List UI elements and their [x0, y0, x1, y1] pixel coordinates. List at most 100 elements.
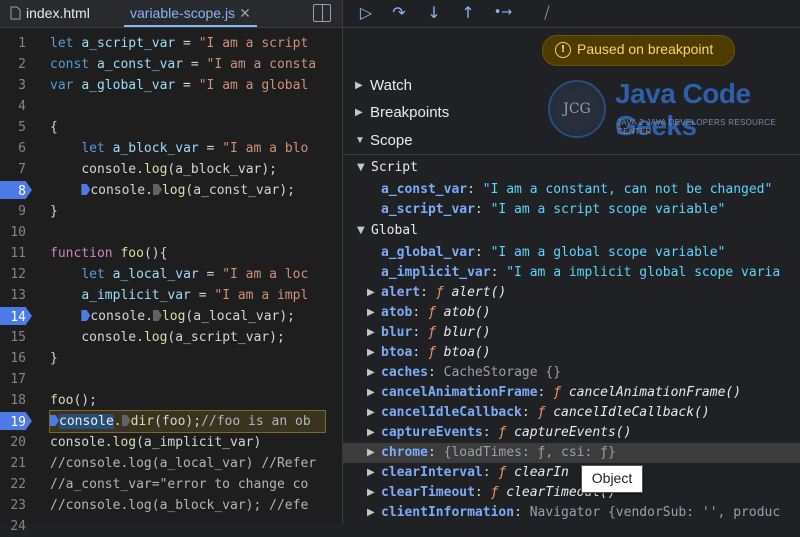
global-prop[interactable]: ▶ blur: ƒ blur() — [343, 323, 800, 343]
scope-var[interactable]: a_global_var: "I am a global scope varia… — [343, 243, 800, 263]
collapse-icon: ▼ — [357, 162, 365, 173]
expand-icon: ▶ — [367, 507, 375, 518]
scope-global-header[interactable]: ▼ Global — [343, 221, 800, 241]
logo-emblem: JCG — [548, 80, 606, 138]
expand-icon: ▶ — [367, 447, 375, 458]
expand-icon: ▶ — [367, 307, 375, 318]
scope-var[interactable]: a_const_var: "I am a constant, can not b… — [343, 180, 800, 200]
global-prop[interactable]: ▶ caches: CacheStorage {} — [343, 363, 800, 383]
collapse-icon: ▼ — [357, 225, 365, 236]
deactivate-breakpoints-button[interactable]: ⧸ — [537, 3, 557, 23]
code-line: 4 — [18, 99, 26, 114]
debugger-panel: ▷ ↷ ↓ ↑ •→ ⧸ ! Paused on breakpoint ▶ Wat… — [343, 0, 800, 524]
deactivate-breakpoints-icon: ⧸ — [544, 3, 550, 22]
global-prop-hovered[interactable]: ▶ chrome: {loadTimes: ƒ, csi: ƒ} — [343, 443, 800, 463]
expand-icon: ▶ — [367, 407, 375, 418]
paused-line-highlight: console. dir(foo);//foo is an ob — [49, 410, 326, 433]
code-line: 22//a_const_var="error to change co — [10, 477, 309, 492]
inline-breakpoint-icon[interactable] — [81, 310, 91, 321]
expand-icon: ▶ — [355, 80, 363, 91]
global-prop[interactable]: ▶ clearTimeout: ƒ clearTimeout() — [343, 483, 800, 503]
step-into-button[interactable]: ↓ — [424, 3, 444, 23]
code-line: 2 const a_const_var = "I am a consta — [18, 57, 317, 72]
expand-icon: ▶ — [367, 287, 375, 298]
collapse-icon: ▼ — [355, 135, 365, 146]
resume-icon: ▷ — [359, 3, 373, 22]
watermark-logo: JCG Java Code Geeks JAVA 2 JAVA DEVELOPE… — [543, 72, 793, 141]
expand-icon: ▶ — [367, 487, 375, 498]
step-button[interactable]: •→ — [493, 3, 513, 23]
breakpoint-marker[interactable]: 8 — [0, 181, 32, 199]
resume-button[interactable]: ▷ — [356, 3, 376, 23]
code-line: 15 console.log(a_script_var); — [10, 330, 285, 345]
step-over-icon: ↷ — [392, 3, 406, 22]
expand-icon: ▶ — [367, 347, 375, 358]
step-out-button[interactable]: ↑ — [458, 3, 478, 23]
code-line: 9} — [18, 204, 58, 219]
code-line: 3 var a_global_var = "I am a global — [18, 78, 309, 93]
tab-label: index.html — [26, 5, 90, 21]
editor-tab-bar: index.html variable-scope.js ✕ — [0, 0, 342, 28]
code-line: 23//console.log(a_block_var); //efe — [10, 498, 309, 513]
code-line-breakpoint[interactable]: 8 console. log(a_const_var); — [0, 180, 342, 201]
scope-var[interactable]: a_implicit_var: "I am a implicit global … — [343, 263, 800, 283]
tab-index-html[interactable]: index.html — [8, 0, 90, 27]
code-line-paused[interactable]: 19 console. dir(foo);//foo is an ob — [0, 410, 342, 433]
breakpoint-marker[interactable]: 19 — [0, 412, 32, 430]
expand-icon: ▶ — [367, 427, 375, 438]
code-editor[interactable]: 1 let a_script_var = "I am a script 2 cons… — [0, 28, 342, 534]
toggle-sidebar-icon[interactable] — [313, 4, 331, 22]
debugger-toolbar: ▷ ↷ ↓ ↑ •→ ⧸ — [343, 0, 800, 28]
step-into-icon: ↓ — [427, 3, 441, 22]
code-line: 10 — [10, 225, 26, 240]
scope-script-header[interactable]: ▼ Script — [343, 158, 800, 178]
global-prop[interactable]: ▶ btoa: ƒ btoa() — [343, 343, 800, 363]
inline-breakpoint-icon[interactable] — [152, 310, 162, 321]
step-out-icon: ↑ — [461, 3, 475, 22]
code-line: 6 let a_block_var = "I am a blo — [18, 141, 309, 156]
inline-breakpoint-icon[interactable] — [50, 415, 59, 426]
code-line: 16} — [10, 351, 58, 366]
paused-text: Paused on breakpoint — [577, 41, 714, 57]
code-line: 12 let a_local_var = "I am a loc — [10, 267, 309, 282]
code-line: 5{ — [18, 120, 58, 135]
scope-var[interactable]: a_script_var: "I am a script scope varia… — [343, 200, 800, 220]
hover-tooltip: Object — [581, 465, 643, 493]
global-prop[interactable]: ▶ clientInformation: Navigator {vendorSub… — [343, 503, 800, 523]
tab-variable-scope-js[interactable]: variable-scope.js ✕ — [124, 0, 257, 27]
code-line-breakpoint[interactable]: 14 console. log(a_local_var); — [0, 306, 342, 327]
code-line: 21//console.log(a_local_var) //Refer — [10, 456, 317, 471]
inline-breakpoint-icon[interactable] — [121, 415, 131, 426]
expand-icon: ▶ — [367, 467, 375, 478]
paused-banner: ! Paused on breakpoint — [542, 35, 735, 66]
code-line: 17 — [10, 372, 26, 387]
close-icon[interactable]: ✕ — [239, 5, 251, 21]
code-line: 20 console.log(a_implicit_var) — [10, 435, 262, 450]
code-line: 7 console.log(a_block_var); — [18, 162, 277, 177]
expand-icon: ▶ — [367, 387, 375, 398]
scope-tree: ▼ Script a_const_var: "I am a constant, c… — [343, 154, 800, 525]
breakpoint-marker[interactable]: 14 — [0, 307, 32, 325]
step-icon: •→ — [493, 5, 513, 20]
editor-scrollbar[interactable] — [326, 28, 342, 524]
expand-icon: ▶ — [367, 327, 375, 338]
logo-tagline: JAVA 2 JAVA DEVELOPERS RESOURCE CENTER — [617, 118, 776, 136]
global-prop[interactable]: ▶ cancelIdleCallback: ƒ cancelIdleCallbac… — [343, 403, 800, 423]
code-line: 24 — [10, 519, 26, 534]
inline-breakpoint-icon[interactable] — [152, 184, 162, 195]
info-icon: ! — [555, 42, 571, 58]
code-line: 18 foo(); — [10, 393, 97, 408]
code-line: 11 function foo(){ — [10, 246, 168, 261]
inline-breakpoint-icon[interactable] — [81, 184, 91, 195]
global-prop[interactable]: ▶ cancelAnimationFrame: ƒ cancelAnimation… — [343, 383, 800, 403]
expand-icon: ▶ — [367, 367, 375, 378]
global-prop[interactable]: ▶ atob: ƒ atob() — [343, 303, 800, 323]
tab-label: variable-scope.js — [130, 5, 236, 21]
global-prop[interactable]: ▶ clearInterval: ƒ clearIn — [343, 463, 800, 483]
step-over-button[interactable]: ↷ — [389, 3, 409, 23]
code-line: 1 let a_script_var = "I am a script — [18, 36, 309, 51]
global-prop[interactable]: ▶ alert: ƒ alert() — [343, 283, 800, 303]
file-icon — [10, 6, 21, 20]
global-prop[interactable]: ▶ captureEvents: ƒ captureEvents() — [343, 423, 800, 443]
expand-icon: ▶ — [355, 107, 363, 118]
